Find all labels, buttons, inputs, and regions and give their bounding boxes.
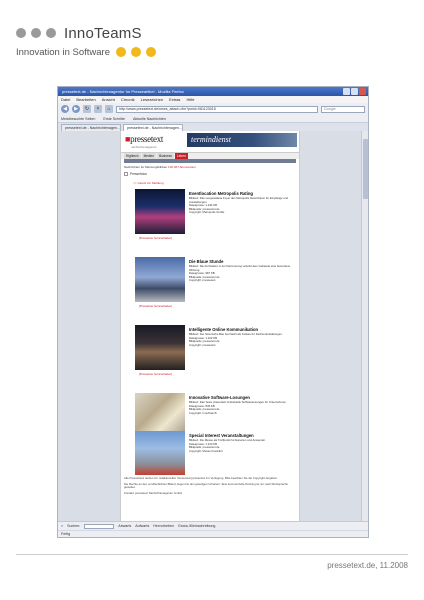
window-titlebar: pressetext.de - Nachrichtenagentur fur P… bbox=[58, 87, 368, 96]
ticker-lead: Nachrichten fur Meinungsbildner bbox=[124, 165, 168, 169]
section-label: Pressefotos bbox=[130, 171, 147, 176]
back-icon[interactable]: ◀ bbox=[61, 105, 69, 113]
download-link[interactable]: [Pressefoto herunterladen] bbox=[139, 372, 172, 376]
logo-dot-icon bbox=[116, 47, 127, 57]
nav-tab-medien[interactable]: Medien bbox=[141, 153, 157, 159]
photo-detail: Copyright: pressetext bbox=[189, 342, 216, 347]
footer-paragraph: Kontakt: pressetext Nachrichtenagentur G… bbox=[124, 490, 182, 495]
reload-icon[interactable]: ↻ bbox=[83, 105, 91, 113]
menu-bar: Datei Bearbeiten Ansicht Chronik Lesezei… bbox=[58, 96, 368, 103]
photo-detail: Copyright: Metropolis GmbH bbox=[189, 210, 225, 215]
ticker-count: 102.367 Abonnenten bbox=[168, 165, 196, 169]
tab-strip: pressetext.de - Nachrichtenagen... press… bbox=[58, 123, 368, 131]
source-caption: pressetext.de, 11.2008 bbox=[327, 561, 408, 570]
footer-paragraph: Alle Pressefotos stehen zur redaktionell… bbox=[124, 476, 278, 480]
photo-entry: [Pressefoto herunterladen] Eventlocation… bbox=[135, 189, 295, 251]
page-header: ■pressetext nachrichtenagentur termindie… bbox=[121, 131, 299, 153]
logo-tagline: Innovation in Software bbox=[16, 46, 111, 58]
pressetext-logo[interactable]: ■pressetext bbox=[125, 134, 163, 144]
scrollbar-thumb[interactable] bbox=[363, 139, 368, 199]
vertical-scrollbar[interactable] bbox=[361, 131, 368, 523]
nav-tab-hightech[interactable]: Hightech bbox=[124, 153, 141, 159]
photo-entry: [Pressefoto herunterladen] Die Blaue Stu… bbox=[135, 257, 295, 319]
browser-bottom-bar: × Suchen: Abwarts Aufwarts Hervorheben G… bbox=[58, 521, 368, 537]
home-icon[interactable]: ⌂ bbox=[105, 105, 113, 113]
stop-icon[interactable]: × bbox=[94, 105, 102, 113]
menu-item[interactable]: Ansicht bbox=[102, 96, 115, 103]
photo-thumbnail[interactable] bbox=[135, 257, 185, 302]
menu-item[interactable]: Datei bbox=[61, 96, 70, 103]
menu-item[interactable]: Bearbeiten bbox=[76, 96, 95, 103]
pressetext-subtitle: nachrichtenagentur bbox=[131, 145, 157, 149]
logo-dot-icon bbox=[16, 28, 26, 38]
footer-paragraph: Die Rechte an den veroffentlichten Bilde… bbox=[124, 481, 288, 490]
innoteams-logo: InnoTeamS Innovation in Software bbox=[16, 24, 236, 64]
page-footer-text: Alle Pressefotos stehen zur redaktionell… bbox=[124, 476, 298, 497]
menu-item[interactable]: Extras bbox=[169, 96, 180, 103]
browser-window: pressetext.de - Nachrichtenagentur fur P… bbox=[57, 86, 369, 538]
menu-item[interactable]: Lesezeichen bbox=[141, 96, 163, 103]
find-close-icon[interactable]: × bbox=[61, 522, 63, 530]
status-text: Fertig bbox=[58, 530, 368, 537]
address-bar[interactable]: http://www.pressetext.de/news_attach.cfm… bbox=[116, 105, 318, 113]
highlight-button[interactable]: Hervorheben bbox=[153, 522, 174, 530]
photo-entry: [Pressefoto herunterladen] Intelligente … bbox=[135, 325, 295, 387]
section-header: Pressefotos bbox=[121, 170, 299, 177]
download-link[interactable]: [Pressefoto herunterladen] bbox=[139, 236, 172, 240]
bookmark-item[interactable]: Erste Schritte bbox=[103, 115, 125, 122]
nav-tab-leben[interactable]: Leben bbox=[175, 153, 188, 159]
minimize-icon[interactable] bbox=[343, 88, 350, 95]
find-bar: × Suchen: Abwarts Aufwarts Hervorheben G… bbox=[58, 522, 368, 530]
logo-brand: InnoTeamS bbox=[64, 24, 142, 42]
logo-dot-icon bbox=[31, 28, 41, 38]
logo-dot-icon bbox=[131, 47, 142, 57]
navigation-toolbar: ◀ ▶ ↻ × ⌂ http://www.pressetext.de/news_… bbox=[58, 103, 368, 115]
footer-divider bbox=[16, 554, 408, 555]
photo-detail: Copyright: pressetext bbox=[189, 278, 216, 283]
find-previous-button[interactable]: Aufwarts bbox=[135, 522, 149, 530]
photo-detail: Copyright: Messe Frankfurt bbox=[189, 448, 223, 453]
forward-icon[interactable]: ▶ bbox=[72, 105, 80, 113]
logo-dot-icon bbox=[46, 28, 56, 38]
close-icon[interactable] bbox=[359, 88, 366, 95]
photo-thumbnail[interactable] bbox=[135, 325, 185, 370]
download-link[interactable]: [Pressefoto herunterladen] bbox=[139, 304, 172, 308]
photo-thumbnail[interactable] bbox=[135, 431, 185, 475]
bookmark-item[interactable]: Meistbesuchte Seiten bbox=[61, 115, 95, 122]
match-case-checkbox[interactable]: Gross-/Kleinschreibung bbox=[178, 522, 215, 530]
bookmark-item[interactable]: Aktuelle Nachrichten bbox=[133, 115, 166, 122]
menu-item[interactable]: Chronik bbox=[121, 96, 135, 103]
termindienst-banner[interactable]: termindienst bbox=[187, 133, 297, 147]
find-label: Suchen: bbox=[67, 524, 81, 528]
window-title: pressetext.de - Nachrichtenagentur fur P… bbox=[62, 89, 184, 94]
photo-entry: Special Interest Veranstaltungen Bildtex… bbox=[135, 431, 295, 475]
browser-tab[interactable]: pressetext.de - Nachrichtenagen... bbox=[61, 124, 121, 131]
nav-tab-business[interactable]: Business bbox=[157, 153, 174, 159]
find-next-button[interactable]: Abwarts bbox=[118, 522, 131, 530]
logo-dot-icon bbox=[146, 47, 157, 57]
photo-detail: Copyright: InnoTeamS bbox=[189, 410, 217, 415]
maximize-icon[interactable] bbox=[351, 88, 358, 95]
ticker: Nachrichten fur Meinungsbildner 102.367 … bbox=[121, 163, 299, 170]
back-link[interactable]: << zuruck zur Meldung bbox=[121, 181, 299, 187]
browser-tab-active[interactable]: pressetext.de - Nachrichtenagen... bbox=[123, 124, 183, 131]
checkbox-icon bbox=[124, 171, 128, 176]
page-viewport: ■pressetext nachrichtenagentur termindie… bbox=[58, 131, 368, 523]
bookmarks-bar: Meistbesuchte Seiten Erste Schritte Aktu… bbox=[58, 115, 368, 123]
menu-item[interactable]: Hilfe bbox=[186, 96, 194, 103]
search-input[interactable]: Google bbox=[321, 105, 365, 113]
photo-thumbnail[interactable] bbox=[135, 189, 185, 234]
find-input[interactable] bbox=[84, 523, 115, 529]
pressetext-page: ■pressetext nachrichtenagentur termindie… bbox=[120, 131, 300, 523]
